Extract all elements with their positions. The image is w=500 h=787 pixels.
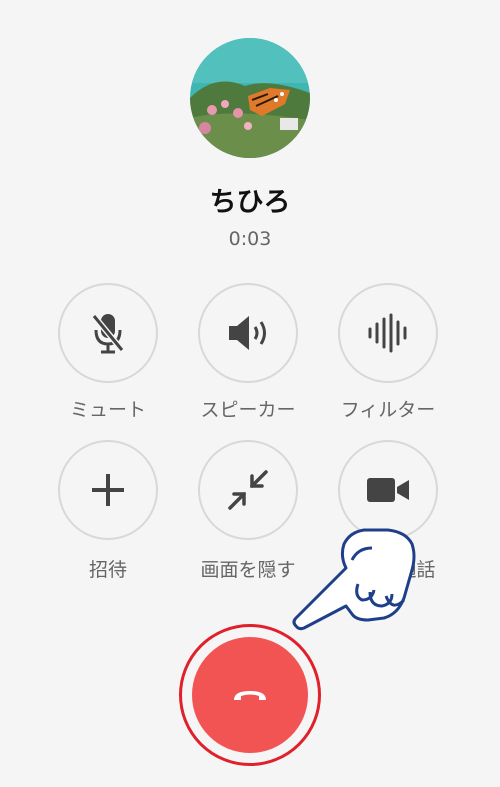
filter-label: フィルター xyxy=(340,399,436,421)
speaker-button[interactable] xyxy=(198,283,298,383)
mic-off-icon xyxy=(91,314,125,354)
plus-icon xyxy=(92,474,124,506)
filter-button[interactable] xyxy=(338,283,438,383)
hide-screen-button[interactable] xyxy=(198,440,298,540)
hang-up-icon xyxy=(234,691,266,700)
mute-button[interactable] xyxy=(58,283,158,383)
speaker-icon xyxy=(229,316,266,350)
caller-avatar xyxy=(190,38,310,158)
end-call-button[interactable] xyxy=(192,637,308,753)
end-call-highlight xyxy=(179,624,321,766)
invite-button[interactable] xyxy=(58,440,158,540)
video-call-button[interactable] xyxy=(338,440,438,540)
waveform-icon xyxy=(368,313,407,353)
call-duration: 0:03 xyxy=(228,228,272,250)
speaker-label: スピーカー xyxy=(200,399,296,421)
minimize-icon xyxy=(228,470,268,510)
mute-label: ミュート xyxy=(69,399,146,421)
invite-label: 招待 xyxy=(88,559,127,581)
avatar-image xyxy=(190,38,310,158)
pointing-hand-icon xyxy=(292,528,416,631)
video-camera-icon xyxy=(367,478,409,502)
caller-name: ちひろ xyxy=(209,187,291,218)
